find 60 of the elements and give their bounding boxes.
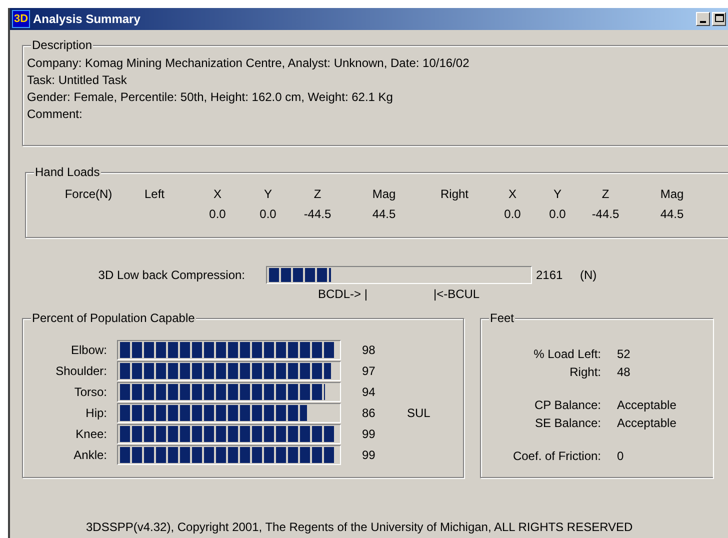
description-line: Task: Untitled Task [27,72,128,89]
maximize-button[interactable] [712,12,726,26]
group-title: Feet [489,311,516,325]
load-value: -44.5 [302,207,332,221]
field-value: Acceptable [617,398,676,412]
column-header: Y [262,187,273,201]
limit-label: SUL [407,406,430,420]
percent-value: 86 [362,406,376,420]
field-label: Coef. of Friction: [512,449,601,463]
description-line: Gender: Female, Percentile: 50th, Height: 162.0 cm, Weight: 62.1 Kg [27,89,394,106]
field-label: % Load Left: [532,347,601,361]
limit-marker: BCDL-> | [318,287,368,301]
load-value: 44.5 [371,207,397,221]
field-value: 52 [617,347,630,361]
column-header: Left [143,187,166,201]
column-header: X [212,187,222,201]
field-value: 0 [617,449,624,463]
load-value: 44.5 [659,207,685,221]
column-header: X [507,187,518,201]
joint-label: Torso: [73,385,107,399]
percent-value: 99 [362,427,376,441]
group-title: Hand Loads [34,165,101,179]
column-header: Y [552,187,562,201]
window-title: Analysis Summary [33,12,142,26]
load-value: 0.0 [258,207,278,221]
column-header: Right [439,187,470,201]
field-label: CP Balance: [534,398,601,412]
percent-value: 98 [362,343,376,357]
field-label: SE Balance: [534,416,601,430]
load-value: 0.0 [503,207,522,221]
compression-label: 3D Low back Compression: [97,268,245,282]
field-value: 48 [617,365,630,379]
joint-label: Knee: [74,427,107,441]
group-title: Percent of Population Capable [31,311,196,325]
copyright-text: 3DSSPP(v4.32), Copyright 2001, The Regents of the University of Michigan, ALL RIGHTS RESERVED [86,520,634,534]
load-value: 0.0 [208,207,227,221]
unit-label: (N) [580,268,597,282]
column-header: Force(N) [64,187,114,201]
joint-label: Shoulder: [54,364,107,378]
field-label: Right: [568,365,601,379]
compression-value: 2161 [536,268,564,282]
column-header: Z [600,187,610,201]
field-value: Acceptable [617,416,676,430]
percent-value: 97 [362,364,376,378]
minimize-button[interactable] [696,12,710,26]
description-line: Comment: [27,106,84,123]
load-value: 0.0 [548,207,567,221]
percent-value: 94 [362,385,376,399]
joint-label: Ankle: [72,448,107,462]
column-header: Mag [659,187,685,201]
group-title: Description [31,38,94,52]
app-icon: 3D [12,10,30,28]
joint-label: Elbow: [70,343,107,357]
column-header: Mag [371,187,397,201]
joint-label: Hip: [84,406,107,420]
column-header: Z [312,187,322,201]
percent-value: 99 [362,448,376,462]
limit-marker: |<-BCUL [433,287,480,301]
load-value: -44.5 [590,207,620,221]
description-line: Company: Komag Mining Mechanization Centre, Analyst: Unknown, Date: 10/16/02 [27,55,470,72]
